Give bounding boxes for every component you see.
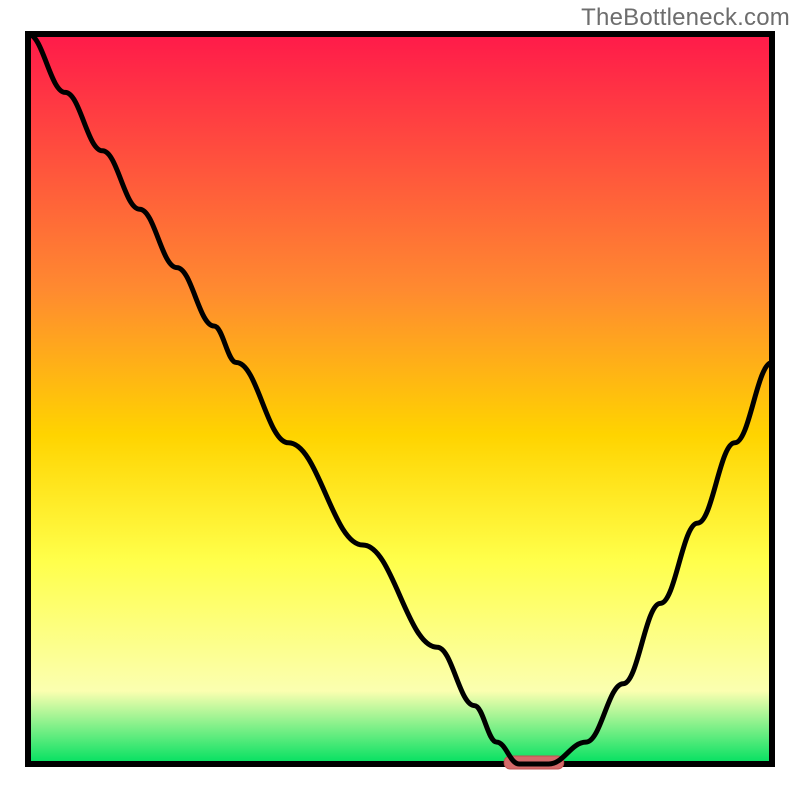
plot-area	[28, 34, 772, 764]
heatmap-background	[28, 34, 772, 764]
chart-container: TheBottleneck.com	[0, 0, 800, 800]
watermark-text: TheBottleneck.com	[581, 4, 790, 32]
bottleneck-chart	[0, 0, 800, 800]
